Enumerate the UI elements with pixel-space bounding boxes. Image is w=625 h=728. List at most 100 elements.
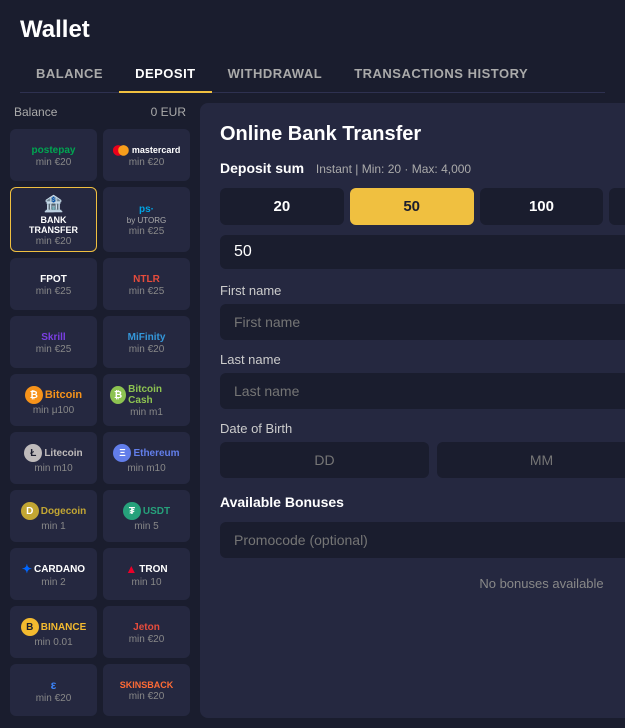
postepay-icon: postepay <box>32 145 76 156</box>
binance-name: BINANCE <box>41 622 87 633</box>
tab-balance[interactable]: BALANCE <box>20 56 119 93</box>
tron-name: TRON <box>139 564 167 575</box>
payment-item-binance[interactable]: B BINANCE min 0.01 <box>10 606 97 658</box>
deposit-header: Deposit sum Instant | Min: 20 · Max: 4,0… <box>220 160 625 176</box>
skril-min: min €25 <box>36 344 72 355</box>
payment-item-dogecoin[interactable]: D Dogecoin min 1 <box>10 490 97 542</box>
payment-item-ntlr[interactable]: NTLR min €25 <box>103 258 190 310</box>
nav-tabs: BALANCE DEPOSIT WITHDRAWAL TRANSACTIONS … <box>20 56 605 93</box>
ps-sub: by UTORG <box>127 216 166 225</box>
litecoin-min: min m10 <box>34 463 72 474</box>
litecoin-name: Litecoin <box>44 448 82 459</box>
ecopayz-icon: ε <box>51 678 57 692</box>
last-name-label: Last name <box>220 352 625 367</box>
jeton-min: min €20 <box>129 634 165 645</box>
last-name-input[interactable] <box>220 373 625 409</box>
tron-icon: ▲ <box>125 562 137 576</box>
bitcoincash-name: Bitcoin Cash <box>128 384 183 406</box>
content-panel: Online Bank Transfer Deposit sum Instant… <box>200 103 625 718</box>
skril-icon: Skrill <box>41 332 65 343</box>
payment-item-ecopayz[interactable]: ε min €20 <box>10 664 97 716</box>
deposit-sum-label: Deposit sum <box>220 160 304 176</box>
header: Wallet BALANCE DEPOSIT WITHDRAWAL TRANSA… <box>0 0 625 93</box>
payment-item-ps[interactable]: ps· by UTORG min €25 <box>103 187 190 252</box>
banktransfer-min: min €20 <box>36 236 72 247</box>
skinsback-min: min €20 <box>129 691 165 702</box>
usdt-min: min 5 <box>134 521 158 532</box>
banktransfer-name: BANK TRANSFER <box>17 215 90 235</box>
payment-item-skinsback[interactable]: SKINSBACK min €20 <box>103 664 190 716</box>
binance-min: min 0.01 <box>34 637 72 648</box>
dogecoin-name: Dogecoin <box>41 506 87 517</box>
amount-input-row: EUR <box>220 235 625 269</box>
amount-btn-50[interactable]: 50 <box>350 188 474 225</box>
tab-withdrawal[interactable]: WITHDRAWAL <box>212 56 339 93</box>
payment-item-jeton[interactable]: Jeton min €20 <box>103 606 190 658</box>
promo-row: ADD <box>220 522 625 558</box>
main-layout: Balance 0 EUR postepay min €20 ⬤⬤ master… <box>0 93 625 728</box>
bitcoin-min: min μ100 <box>33 405 74 416</box>
cardano-name: CARDANO <box>34 564 85 575</box>
mifinity-icon: MiFinity <box>128 332 166 343</box>
usdt-name: USDT <box>143 506 170 517</box>
payment-item-usdt[interactable]: ₮ USDT min 5 <box>103 490 190 542</box>
ethereum-min: min m10 <box>127 463 165 474</box>
dob-row <box>220 442 625 478</box>
fpot-min: min €25 <box>36 286 72 297</box>
litecoin-icon: Ł <box>24 444 42 462</box>
payment-item-banktransfer[interactable]: 🏦 BANK TRANSFER min €20 <box>10 187 97 252</box>
cardano-icon: ✦ <box>22 562 32 576</box>
dob-mm-input[interactable] <box>437 442 625 478</box>
first-name-label: First name <box>220 283 625 298</box>
amount-buttons: 20 50 100 200 500 <box>220 188 625 225</box>
ecopayz-min: min €20 <box>36 693 72 704</box>
payment-item-tron[interactable]: ▲ TRON min 10 <box>103 548 190 600</box>
first-name-input[interactable] <box>220 304 625 340</box>
payment-item-ethereum[interactable]: Ξ Ethereum min m10 <box>103 432 190 484</box>
payment-item-cardano[interactable]: ✦ CARDANO min 2 <box>10 548 97 600</box>
amount-btn-200[interactable]: 200 <box>609 188 625 225</box>
bonuses-row: Available Bonuses Use bonuses <box>220 492 625 512</box>
tron-min: min 10 <box>131 577 161 588</box>
ethereum-icon: Ξ <box>113 444 131 462</box>
balance-value: 0 EUR <box>151 105 186 119</box>
ntlr-icon: NTLR <box>133 274 160 285</box>
payment-item-postepay[interactable]: postepay min €20 <box>10 129 97 181</box>
ps-min: min €25 <box>129 226 165 237</box>
cardano-min: min 2 <box>41 577 65 588</box>
payment-item-litecoin[interactable]: Ł Litecoin min m10 <box>10 432 97 484</box>
no-bonuses-text: No bonuses available <box>220 570 625 597</box>
skinsback-icon: SKINSBACK <box>120 680 174 690</box>
usdt-icon: ₮ <box>123 502 141 520</box>
postepay-min: min €20 <box>36 157 72 168</box>
dob-label: Date of Birth <box>220 421 625 436</box>
banktransfer-icon: 🏦 <box>44 194 64 214</box>
payment-item-bitcoincash[interactable]: ₿ Bitcoin Cash min m1 <box>103 374 190 426</box>
ethereum-name: Ethereum <box>133 448 179 459</box>
payment-item-fpot[interactable]: FPOT min €25 <box>10 258 97 310</box>
amount-btn-100[interactable]: 100 <box>480 188 604 225</box>
dogecoin-icon: D <box>21 502 39 520</box>
tab-transactions[interactable]: TRANSACTIONS HISTORY <box>338 56 544 93</box>
fpot-icon: FPOT <box>40 274 67 285</box>
tab-deposit[interactable]: DEPOSIT <box>119 56 212 93</box>
amount-btn-20[interactable]: 20 <box>220 188 344 225</box>
payment-item-mastercard[interactable]: ⬤⬤ mastercard min €20 <box>103 129 190 181</box>
payment-item-skril[interactable]: Skrill min €25 <box>10 316 97 368</box>
jeton-icon: Jeton <box>133 622 160 633</box>
deposit-sum-info: Instant | Min: 20 · Max: 4,000 <box>316 162 471 176</box>
mastercard-min: min €20 <box>129 157 165 168</box>
balance-label: Balance <box>14 105 57 119</box>
dob-dd-input[interactable] <box>220 442 429 478</box>
bitcoincash-icon: ₿ <box>110 386 126 404</box>
mifinity-min: min €20 <box>129 344 165 355</box>
payment-grid: postepay min €20 ⬤⬤ mastercard min €20 <box>10 129 190 716</box>
promo-input[interactable] <box>220 522 625 558</box>
content-title: Online Bank Transfer <box>220 123 625 146</box>
balance-row: Balance 0 EUR <box>10 105 190 119</box>
bitcoin-icon: ₿ <box>25 386 43 404</box>
amount-input[interactable] <box>234 243 625 261</box>
payment-item-mifinity[interactable]: MiFinity min €20 <box>103 316 190 368</box>
payment-item-bitcoin[interactable]: ₿ Bitcoin min μ100 <box>10 374 97 426</box>
binance-icon: B <box>21 618 39 636</box>
